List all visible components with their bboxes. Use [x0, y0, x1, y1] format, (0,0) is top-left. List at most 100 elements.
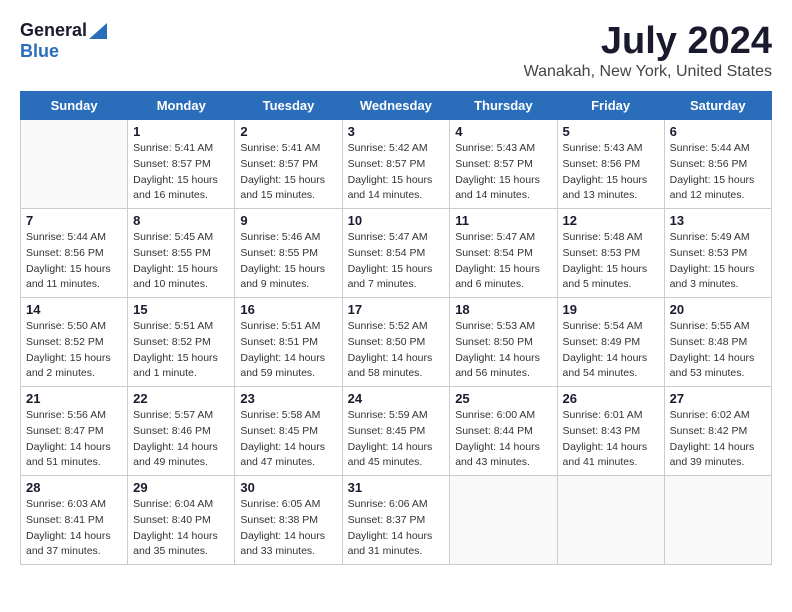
day-number: 19 [563, 302, 659, 317]
header-day-saturday: Saturday [664, 92, 771, 120]
day-number: 11 [455, 213, 551, 228]
day-info: Sunrise: 6:04 AMSunset: 8:40 PMDaylight:… [133, 497, 229, 560]
day-cell: 29Sunrise: 6:04 AMSunset: 8:40 PMDayligh… [128, 476, 235, 565]
day-number: 16 [240, 302, 336, 317]
day-number: 8 [133, 213, 229, 228]
day-info: Sunrise: 5:51 AMSunset: 8:52 PMDaylight:… [133, 319, 229, 382]
day-number: 30 [240, 480, 336, 495]
header-day-wednesday: Wednesday [342, 92, 450, 120]
day-cell: 30 Sunrise: 6:05 AMSunset: 8:38 PMDayligh… [235, 476, 342, 565]
day-number: 22 [133, 391, 229, 406]
logo: General Blue [20, 20, 107, 62]
day-info: Sunrise: 6:03 AMSunset: 8:41 PMDaylight:… [26, 497, 122, 560]
day-cell: 22 Sunrise: 5:57 AMSunset: 8:46 PMDayligh… [128, 387, 235, 476]
day-info: Sunrise: 5:59 AMSunset: 8:45 PMDaylight:… [348, 408, 445, 471]
day-number: 4 [455, 124, 551, 139]
day-cell: 25 Sunrise: 6:00 AMSunset: 8:44 PMDayligh… [450, 387, 557, 476]
day-number: 31 [348, 480, 445, 495]
week-row-1: 1Sunrise: 5:41 AMSunset: 8:57 PMDaylight… [21, 120, 772, 209]
day-cell: 26 Sunrise: 6:01 AMSunset: 8:43 PMDayligh… [557, 387, 664, 476]
day-cell [557, 476, 664, 565]
day-info: Sunrise: 5:41 AMSunset: 8:57 PMDaylight:… [240, 141, 336, 204]
day-number: 23 [240, 391, 336, 406]
day-info: Sunrise: 6:02 AMSunset: 8:42 PMDaylight:… [670, 408, 766, 471]
day-number: 27 [670, 391, 766, 406]
day-info: Sunrise: 5:56 AMSunset: 8:47 PMDaylight:… [26, 408, 122, 471]
main-title: July 2024 [524, 20, 772, 63]
day-number: 7 [26, 213, 122, 228]
logo-general-text: General [20, 20, 87, 41]
day-cell: 7Sunrise: 5:44 AMSunset: 8:56 PMDaylight… [21, 209, 128, 298]
day-info: Sunrise: 6:00 AMSunset: 8:44 PMDaylight:… [455, 408, 551, 471]
day-cell [664, 476, 771, 565]
header-day-friday: Friday [557, 92, 664, 120]
header-row: SundayMondayTuesdayWednesdayThursdayFrid… [21, 92, 772, 120]
day-info: Sunrise: 5:48 AMSunset: 8:53 PMDaylight:… [563, 230, 659, 293]
day-cell: 5Sunrise: 5:43 AMSunset: 8:56 PMDaylight… [557, 120, 664, 209]
day-number: 2 [240, 124, 336, 139]
day-info: Sunrise: 6:05 AMSunset: 8:38 PMDaylight:… [240, 497, 336, 560]
week-row-5: 28 Sunrise: 6:03 AMSunset: 8:41 PMDayligh… [21, 476, 772, 565]
day-info: Sunrise: 5:53 AMSunset: 8:50 PMDaylight:… [455, 319, 551, 382]
logo-arrow-icon [89, 23, 107, 39]
day-number: 26 [563, 391, 659, 406]
logo-blue-text: Blue [20, 41, 59, 61]
header: General Blue July 2024 Wanakah, New York… [20, 20, 772, 81]
day-cell: 13 Sunrise: 5:49 AMSunset: 8:53 PMDayligh… [664, 209, 771, 298]
day-cell: 12Sunrise: 5:48 AMSunset: 8:53 PMDayligh… [557, 209, 664, 298]
header-day-monday: Monday [128, 92, 235, 120]
day-cell: 16 Sunrise: 5:51 AMSunset: 8:51 PMDayligh… [235, 298, 342, 387]
week-row-2: 7Sunrise: 5:44 AMSunset: 8:56 PMDaylight… [21, 209, 772, 298]
day-info: Sunrise: 5:58 AMSunset: 8:45 PMDaylight:… [240, 408, 336, 471]
day-cell: 2 Sunrise: 5:41 AMSunset: 8:57 PMDaylight… [235, 120, 342, 209]
day-cell: 14Sunrise: 5:50 AMSunset: 8:52 PMDayligh… [21, 298, 128, 387]
subtitle: Wanakah, New York, United States [524, 63, 772, 81]
day-cell: 1Sunrise: 5:41 AMSunset: 8:57 PMDaylight… [128, 120, 235, 209]
day-cell: 11Sunrise: 5:47 AMSunset: 8:54 PMDayligh… [450, 209, 557, 298]
day-info: Sunrise: 5:46 AMSunset: 8:55 PMDaylight:… [240, 230, 336, 293]
day-info: Sunrise: 5:49 AMSunset: 8:53 PMDaylight:… [670, 230, 766, 293]
day-info: Sunrise: 5:55 AMSunset: 8:48 PMDaylight:… [670, 319, 766, 382]
day-cell: 15 Sunrise: 5:51 AMSunset: 8:52 PMDayligh… [128, 298, 235, 387]
header-day-tuesday: Tuesday [235, 92, 342, 120]
day-info: Sunrise: 6:06 AMSunset: 8:37 PMDaylight:… [348, 497, 445, 560]
day-number: 13 [670, 213, 766, 228]
day-number: 5 [563, 124, 659, 139]
day-cell: 17Sunrise: 5:52 AMSunset: 8:50 PMDayligh… [342, 298, 450, 387]
calendar-header: SundayMondayTuesdayWednesdayThursdayFrid… [21, 92, 772, 120]
day-info: Sunrise: 5:52 AMSunset: 8:50 PMDaylight:… [348, 319, 445, 382]
day-number: 25 [455, 391, 551, 406]
day-cell: 18 Sunrise: 5:53 AMSunset: 8:50 PMDayligh… [450, 298, 557, 387]
day-cell: 6Sunrise: 5:44 AMSunset: 8:56 PMDaylight… [664, 120, 771, 209]
day-cell: 9 Sunrise: 5:46 AMSunset: 8:55 PMDaylight… [235, 209, 342, 298]
week-row-3: 14Sunrise: 5:50 AMSunset: 8:52 PMDayligh… [21, 298, 772, 387]
day-cell: 4 Sunrise: 5:43 AMSunset: 8:57 PMDaylight… [450, 120, 557, 209]
day-info: Sunrise: 5:47 AMSunset: 8:54 PMDaylight:… [348, 230, 445, 293]
day-cell [21, 120, 128, 209]
day-cell: 27 Sunrise: 6:02 AMSunset: 8:42 PMDayligh… [664, 387, 771, 476]
day-info: Sunrise: 5:51 AMSunset: 8:51 PMDaylight:… [240, 319, 336, 382]
day-number: 9 [240, 213, 336, 228]
day-number: 24 [348, 391, 445, 406]
day-number: 15 [133, 302, 229, 317]
day-cell [450, 476, 557, 565]
day-info: Sunrise: 5:54 AMSunset: 8:49 PMDaylight:… [563, 319, 659, 382]
day-info: Sunrise: 5:44 AMSunset: 8:56 PMDaylight:… [670, 141, 766, 204]
day-info: Sunrise: 5:42 AMSunset: 8:57 PMDaylight:… [348, 141, 445, 204]
calendar-body: 1Sunrise: 5:41 AMSunset: 8:57 PMDaylight… [21, 120, 772, 565]
day-cell: 10Sunrise: 5:47 AMSunset: 8:54 PMDayligh… [342, 209, 450, 298]
day-info: Sunrise: 5:43 AMSunset: 8:57 PMDaylight:… [455, 141, 551, 204]
day-info: Sunrise: 5:50 AMSunset: 8:52 PMDaylight:… [26, 319, 122, 382]
day-number: 3 [348, 124, 445, 139]
title-area: July 2024 Wanakah, New York, United Stat… [524, 20, 772, 81]
day-cell: 3 Sunrise: 5:42 AMSunset: 8:57 PMDaylight… [342, 120, 450, 209]
week-row-4: 21Sunrise: 5:56 AMSunset: 8:47 PMDayligh… [21, 387, 772, 476]
day-number: 28 [26, 480, 122, 495]
day-number: 20 [670, 302, 766, 317]
day-cell: 21Sunrise: 5:56 AMSunset: 8:47 PMDayligh… [21, 387, 128, 476]
day-info: Sunrise: 6:01 AMSunset: 8:43 PMDaylight:… [563, 408, 659, 471]
day-cell: 23 Sunrise: 5:58 AMSunset: 8:45 PMDayligh… [235, 387, 342, 476]
day-info: Sunrise: 5:57 AMSunset: 8:46 PMDaylight:… [133, 408, 229, 471]
header-day-sunday: Sunday [21, 92, 128, 120]
day-number: 18 [455, 302, 551, 317]
